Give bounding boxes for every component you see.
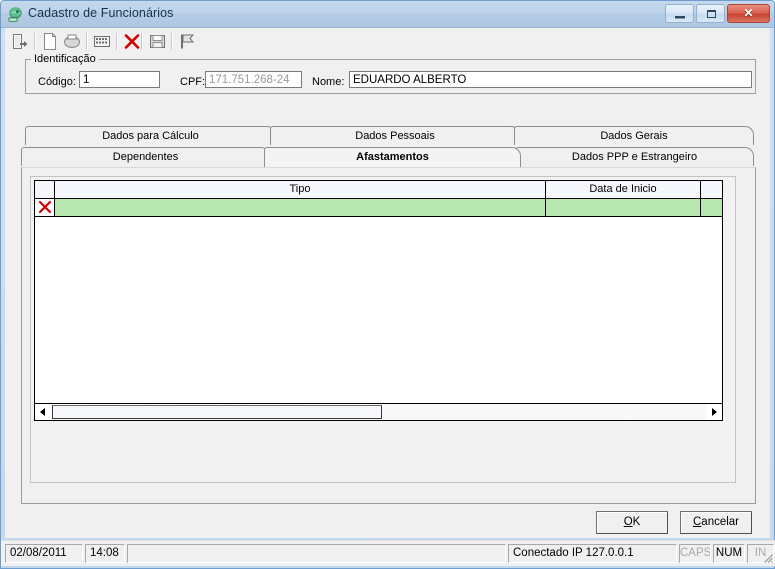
tab-dados-gerais[interactable]: Dados Gerais <box>514 126 754 145</box>
list-button[interactable] <box>91 31 113 52</box>
delete-button[interactable] <box>121 31 143 52</box>
minimize-icon <box>675 16 685 19</box>
scrollbar-thumb[interactable] <box>52 405 382 419</box>
nome-input[interactable]: EDUARDO ALBERTO <box>349 71 752 88</box>
new-document-icon <box>44 33 56 50</box>
new-document-button[interactable] <box>39 31 61 52</box>
red-x-icon <box>38 200 52 214</box>
tab-bar: Dados para Cálculo Dados Pessoais Dados … <box>21 126 756 167</box>
grid-horizontal-scrollbar[interactable] <box>35 403 722 420</box>
maximize-button[interactable] <box>696 4 725 23</box>
tab-dados-ppp-e-estrangeiro[interactable]: Dados PPP e Estrangeiro <box>515 147 754 166</box>
grid-cell-extra[interactable] <box>701 199 722 216</box>
tab-page-afastamentos: Tipo Data de Inicio <box>21 167 756 504</box>
cpf-input[interactable]: 171.751.268-24 <box>205 71 302 88</box>
resize-grip-icon[interactable] <box>760 550 774 564</box>
toolbar-separator <box>141 33 143 50</box>
toolbar-separator <box>116 33 118 50</box>
ok-accel: O <box>623 516 633 528</box>
table-row[interactable] <box>35 199 722 217</box>
minimize-button[interactable] <box>665 4 694 23</box>
ok-button[interactable]: OK <box>596 511 668 534</box>
toolbar-separator <box>86 33 88 50</box>
grid-header-row: Tipo Data de Inicio <box>35 181 722 199</box>
client-area: Identificação Código: 1 CPF: 171.751.268… <box>5 28 770 538</box>
tab-afastamentos[interactable]: Afastamentos <box>264 147 521 167</box>
afastamentos-panel: Tipo Data de Inicio <box>30 176 736 483</box>
status-num: NUM <box>713 544 745 563</box>
nome-label: Nome: <box>312 76 345 88</box>
toolbar <box>5 28 770 54</box>
grid-header-indicator <box>35 181 55 198</box>
tab-dados-pessoais[interactable]: Dados Pessoais <box>270 126 520 145</box>
status-time: 14:08 <box>85 544 125 563</box>
close-button[interactable]: ✕ <box>727 4 770 23</box>
grid-row-indicator <box>35 199 55 216</box>
grid-cell-tipo[interactable] <box>55 199 546 216</box>
cpf-label: CPF: <box>180 76 206 88</box>
afastamentos-grid[interactable]: Tipo Data de Inicio <box>34 180 723 421</box>
status-date: 02/08/2011 <box>5 544 83 563</box>
cancel-button[interactable]: Cancelar <box>680 511 752 534</box>
title-bar[interactable]: Cadastro de Funcionários ✕ <box>1 1 774 28</box>
scroll-left-arrow-icon[interactable] <box>35 404 51 420</box>
status-message <box>127 544 506 563</box>
flag-button[interactable] <box>176 31 198 52</box>
exit-icon <box>13 34 28 49</box>
grid-header-data-de-inicio[interactable]: Data de Inicio <box>546 181 701 198</box>
grid-list-icon <box>94 36 110 47</box>
grid-header-extra <box>701 181 722 198</box>
delete-icon <box>124 34 140 49</box>
application-window: Cadastro de Funcionários ✕ Identificação… <box>0 0 775 569</box>
save-icon <box>150 35 165 48</box>
scroll-right-arrow-icon[interactable] <box>706 404 722 420</box>
codigo-input[interactable]: 1 <box>79 71 160 88</box>
toolbar-separator <box>34 33 36 50</box>
grid-header-tipo[interactable]: Tipo <box>55 181 546 198</box>
cancel-rest: ancelar <box>701 516 740 528</box>
close-icon: ✕ <box>743 6 754 20</box>
flag-icon <box>181 34 195 49</box>
status-connection: Conectado IP 127.0.0.1 <box>508 544 677 563</box>
save-button[interactable] <box>146 31 168 52</box>
identification-group-label: Identificação <box>31 53 99 65</box>
tab-dependentes[interactable]: Dependentes <box>21 147 270 166</box>
status-caps: CAPS <box>679 544 711 563</box>
status-bar: 02/08/2011 14:08 Conectado IP 127.0.0.1 … <box>1 540 775 566</box>
print-icon <box>64 34 80 48</box>
toolbar-separator <box>171 33 173 50</box>
window-title: Cadastro de Funcionários <box>28 6 174 20</box>
app-user-icon <box>8 7 22 22</box>
print-button[interactable] <box>61 31 83 52</box>
exit-button[interactable] <box>9 31 31 52</box>
maximize-icon <box>707 10 716 18</box>
tab-dados-para-calculo[interactable]: Dados para Cálculo <box>25 126 276 145</box>
codigo-label: Código: <box>38 76 76 88</box>
grid-cell-data-de-inicio[interactable] <box>546 199 701 216</box>
caption-button-group: ✕ <box>665 4 770 23</box>
ok-rest: K <box>632 516 641 528</box>
